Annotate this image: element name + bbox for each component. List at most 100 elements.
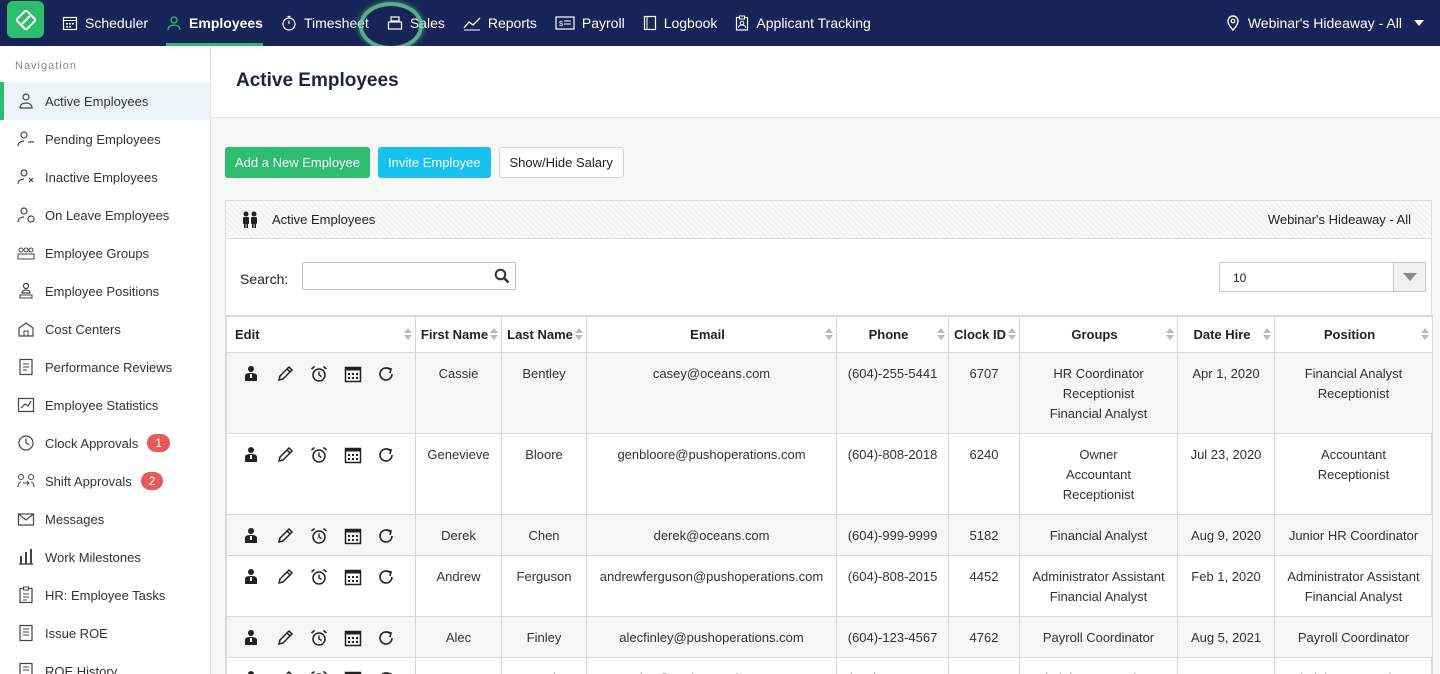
employee-profile-icon[interactable] — [241, 526, 261, 546]
column-header-groups[interactable]: Groups — [1019, 315, 1178, 353]
employee-profile-icon[interactable] — [241, 669, 261, 674]
sidebar-item-inactive-employees[interactable]: Inactive Employees — [0, 158, 210, 196]
sidebar-item-on-leave-employees[interactable]: On Leave Employees — [0, 196, 210, 234]
sidebar-item-messages[interactable]: Messages — [0, 500, 210, 538]
column-header-first-name[interactable]: First Name — [415, 315, 502, 353]
column-header-clock-id[interactable]: Clock ID — [948, 315, 1020, 353]
nav-item-sales[interactable]: Sales — [387, 0, 454, 46]
sidebar-item-roe-history[interactable]: ROE History — [0, 652, 210, 674]
sidebar-item-active-employees[interactable]: Active Employees — [0, 82, 210, 120]
nav-item-logbook[interactable]: Logbook — [643, 0, 727, 46]
app-logo[interactable] — [7, 1, 44, 38]
calendar-icon[interactable] — [343, 628, 363, 648]
calendar-icon[interactable] — [343, 445, 363, 465]
pencil-icon[interactable] — [275, 628, 295, 648]
clock-id-cell: 6240 — [948, 432, 1020, 515]
sidebar-item-cost-centers[interactable]: Cost Centers — [0, 310, 210, 348]
sidebar-item-employee-groups[interactable]: Employee Groups — [0, 234, 210, 272]
page-size-select[interactable]: 10 — [1219, 262, 1426, 292]
redo-icon[interactable] — [377, 669, 397, 674]
pencil-icon[interactable] — [275, 669, 295, 674]
line-chart-icon — [463, 15, 488, 31]
column-header-edit[interactable]: Edit — [226, 315, 416, 353]
alarm-clock-icon[interactable] — [309, 364, 329, 384]
clock-id-cell: 5261 — [948, 656, 1020, 674]
dropdown-arrow-icon[interactable] — [1393, 263, 1425, 291]
cash-icon: $ — [555, 16, 582, 30]
sidebar-item-pending-employees[interactable]: Pending Employees — [0, 120, 210, 158]
page-title: Active Employees — [236, 70, 399, 91]
employees-table: Edit First Name Last Name Email Phone Clock I… — [226, 315, 1433, 674]
location-selector[interactable]: Webinar's Hideaway - All — [1226, 0, 1424, 46]
alarm-clock-icon[interactable] — [309, 628, 329, 648]
nav-item-timesheet[interactable]: Timesheet — [281, 0, 378, 46]
search-icon[interactable] — [494, 268, 510, 284]
sidebar-item-shift-approvals[interactable]: Shift Approvals 2 — [0, 462, 210, 500]
column-header-last-name[interactable]: Last Name — [501, 315, 587, 353]
pencil-icon[interactable] — [275, 445, 295, 465]
groups-cell: Administrator Assistant Financial Analyst — [1019, 554, 1178, 617]
redo-icon[interactable] — [377, 526, 397, 546]
groups-cell: Payroll Coordinator — [1019, 615, 1178, 658]
phone-cell: (604)-999-9999 — [836, 513, 949, 556]
nav-item-applicant-tracking[interactable]: Applicant Tracking — [735, 0, 879, 46]
nav-item-employees[interactable]: Employees — [166, 0, 272, 46]
position-cell: Administrator Assistant Financial Analyst — [1274, 554, 1433, 617]
last-name-cell: Garcia — [501, 656, 587, 674]
calendar-icon[interactable] — [343, 364, 363, 384]
sidebar-item-label: HR: Employee Tasks — [45, 587, 166, 603]
calendar-icon[interactable] — [343, 567, 363, 587]
alarm-clock-icon[interactable] — [309, 526, 329, 546]
table-row: DanGarciadan@pushoperations.com(604)-808… — [226, 656, 1433, 674]
nav-item-label: Sales — [409, 15, 445, 31]
pencil-icon[interactable] — [275, 364, 295, 384]
sidebar-item-performance-reviews[interactable]: Performance Reviews — [0, 348, 210, 386]
person-icon — [166, 15, 189, 31]
pencil-icon[interactable] — [275, 567, 295, 587]
position-cell-line: Administrator Assistant — [1279, 669, 1428, 674]
sidebar-item-clock-approvals[interactable]: Clock Approvals 1 — [0, 424, 210, 462]
position-cell-line: Payroll Coordinator — [1297, 629, 1410, 645]
sidebar-item-employee-positions[interactable]: Employee Positions — [0, 272, 210, 310]
column-header-position[interactable]: Position — [1274, 315, 1433, 353]
location-label: Webinar's Hideaway - All — [1247, 15, 1402, 31]
sidebar-item-employee-statistics[interactable]: Employee Statistics — [0, 386, 210, 424]
redo-icon[interactable] — [377, 567, 397, 587]
alarm-clock-icon[interactable] — [309, 445, 329, 465]
email-cell: genbloore@pushoperations.com — [586, 432, 837, 515]
groups-cell: Financial Analyst — [1019, 513, 1178, 556]
pencil-icon[interactable] — [275, 526, 295, 546]
history-icon — [17, 662, 35, 674]
sidebar-item-label: Pending Employees — [45, 131, 161, 147]
column-header-date-hire[interactable]: Date Hire — [1177, 315, 1275, 353]
column-header-email[interactable]: Email — [586, 315, 837, 353]
employee-profile-icon[interactable] — [241, 567, 261, 587]
redo-icon[interactable] — [377, 445, 397, 465]
redo-icon[interactable] — [377, 364, 397, 384]
invite-employee-button[interactable]: Invite Employee — [378, 147, 491, 178]
page-header: Active Employees — [211, 46, 1440, 118]
redo-icon[interactable] — [377, 628, 397, 648]
nav-item-scheduler[interactable]: Scheduler — [62, 0, 157, 46]
calendar-icon[interactable] — [343, 669, 363, 674]
clipboard-person-icon — [735, 15, 756, 31]
nav-item-reports[interactable]: Reports — [463, 0, 546, 46]
column-header-phone[interactable]: Phone — [836, 315, 949, 353]
calendar-icon[interactable] — [343, 526, 363, 546]
employee-profile-icon[interactable] — [241, 628, 261, 648]
sidebar-item-hr-employee-tasks[interactable]: HR: Employee Tasks — [0, 576, 210, 614]
position-cell-line: Receptionist — [1317, 385, 1390, 401]
nav-item-payroll[interactable]: $ Payroll — [555, 0, 634, 46]
alarm-clock-icon[interactable] — [309, 567, 329, 587]
sidebar-item-issue-roe[interactable]: Issue ROE — [0, 614, 210, 652]
email-cell: andrewferguson@pushoperations.com — [586, 554, 837, 617]
add-employee-button[interactable]: Add a New Employee — [225, 147, 371, 178]
toggle-salary-button[interactable]: Show/Hide Salary — [498, 147, 624, 178]
search-input[interactable] — [302, 262, 516, 290]
employee-profile-icon[interactable] — [241, 445, 261, 465]
sidebar-item-work-milestones[interactable]: Work Milestones — [0, 538, 210, 576]
group-icon — [17, 244, 35, 262]
task-list-icon — [17, 586, 35, 604]
employee-profile-icon[interactable] — [241, 364, 261, 384]
alarm-clock-icon[interactable] — [309, 669, 329, 674]
